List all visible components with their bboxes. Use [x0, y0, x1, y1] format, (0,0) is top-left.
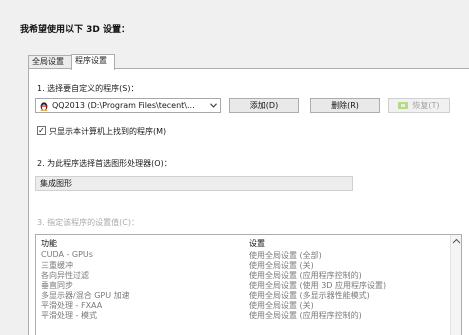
chevron-down-icon	[210, 103, 217, 108]
column-header-setting[interactable]: 设置	[249, 238, 265, 249]
step1-label: 1. 选择要自定义的程序(S)：	[37, 84, 139, 93]
program-select-value: QQ2013 (D:\Program Files\tecent\...	[52, 101, 195, 110]
step2-label: 2. 为此程序选择首选图形处理器(O)：	[37, 159, 172, 168]
restore-button[interactable]: 恢复(T)	[388, 98, 450, 113]
add-program-button[interactable]: 添加(D)	[229, 98, 299, 113]
show-found-programs-checkbox[interactable]: ✓	[37, 126, 46, 135]
list-item-feature[interactable]: CUDA - GPUs	[41, 250, 93, 259]
tab-program-settings[interactable]: 程序设置	[71, 54, 115, 70]
show-found-programs-label: 只显示本计算机上找到的程序(M)	[49, 127, 167, 136]
list-item-feature[interactable]: 平滑处理 - 模式	[41, 310, 97, 321]
nvidia-logo-icon	[398, 102, 409, 109]
column-header-feature[interactable]: 功能	[41, 238, 57, 249]
program-select[interactable]: QQ2013 (D:\Program Files\tecent\...	[35, 98, 221, 113]
step3-label: 3. 指定该程序的设置值(C)：	[37, 218, 140, 227]
list-item-setting[interactable]: 使用全局设置 (应用程序控制的)	[249, 310, 362, 321]
settings-list[interactable]: 功能 设置 CUDA - GPUs 使用全局设置 (全部) 三重缓冲 使用全局设…	[35, 234, 462, 335]
scroll-up-icon[interactable]	[452, 238, 461, 244]
delete-program-button[interactable]: 删除(R)	[310, 98, 380, 113]
list-scrollbar[interactable]	[450, 235, 461, 335]
page-heading: 我希望使用以下 3D 设置：	[20, 25, 131, 35]
qq-penguin-icon	[40, 101, 48, 111]
restore-button-label: 恢复(T)	[412, 101, 440, 110]
preferred-gpu-field[interactable]: 集成图形	[35, 176, 353, 191]
tab-global-settings[interactable]: 全局设置	[28, 55, 72, 69]
